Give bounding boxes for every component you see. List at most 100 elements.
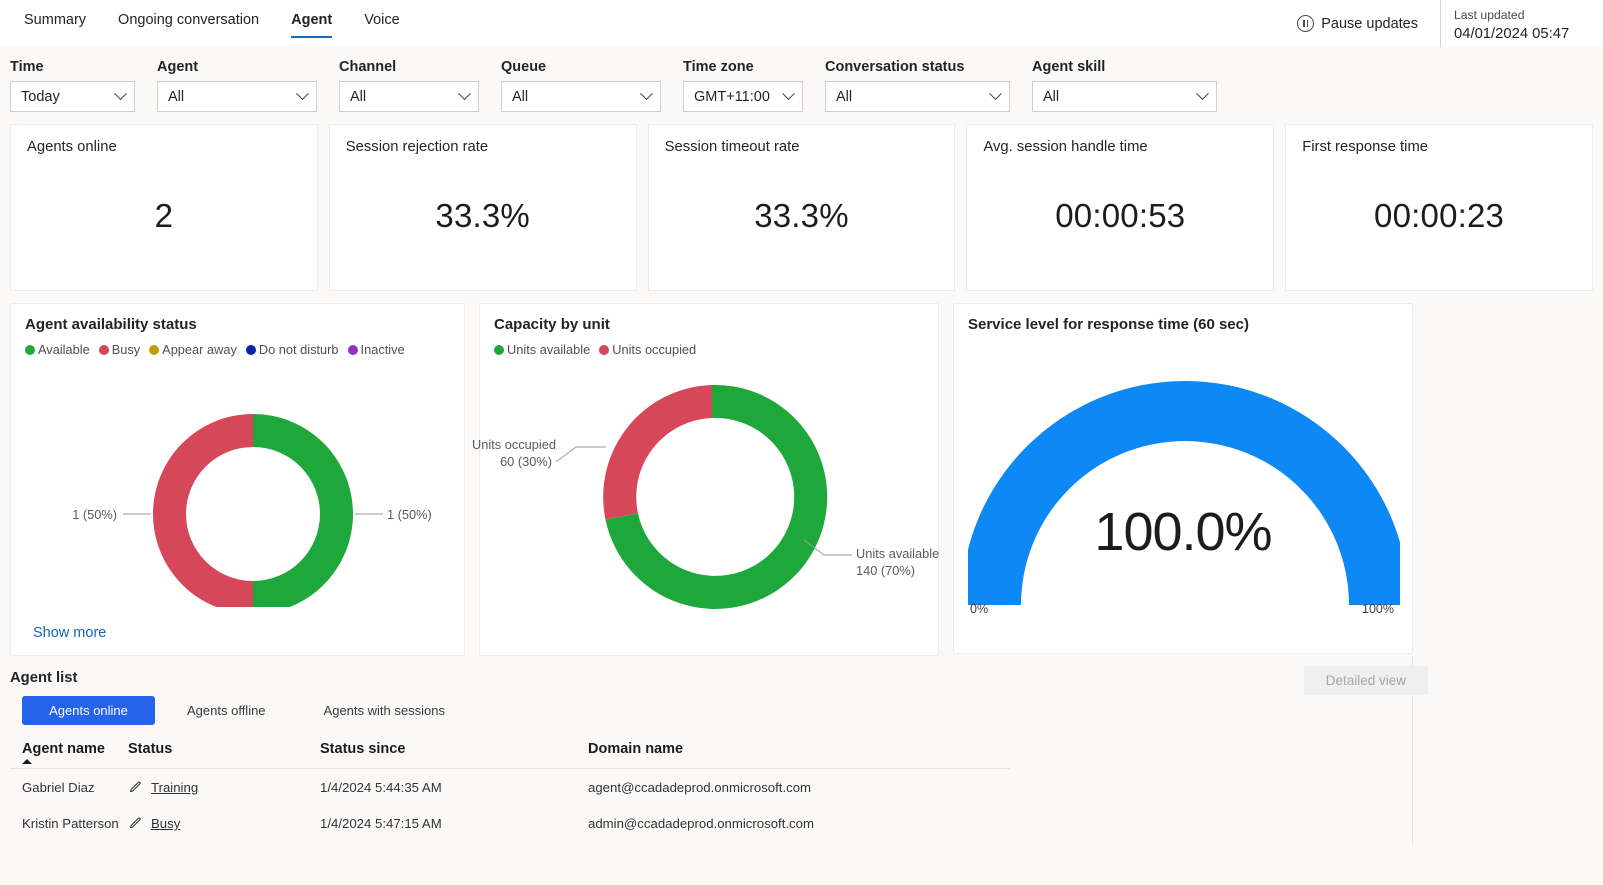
chevron-down-icon <box>1196 87 1209 101</box>
cell-status: Busy <box>128 805 320 841</box>
legend-item-inactive[interactable]: Inactive <box>347 342 405 357</box>
tab-summary[interactable]: Summary <box>8 0 102 42</box>
filter-time-value: Today <box>21 88 60 105</box>
donut-label-units-occupied-name: Units occupied <box>472 437 556 452</box>
legend-color-dot <box>347 344 358 355</box>
legend-color-dot <box>25 344 35 355</box>
donut-label-units-available-name: Units available <box>856 546 940 561</box>
availability-donut-chart: 1 (50%) 1 (50%) <box>25 357 450 614</box>
gauge-axis-min: 0% <box>970 602 989 616</box>
legend-color-dot <box>494 344 504 355</box>
chart-row: Agent availability status Available Busy… <box>0 291 1603 656</box>
filter-channel-dropdown[interactable]: All <box>339 81 479 112</box>
legend-item-busy[interactable]: Busy <box>98 342 140 357</box>
column-header-status[interactable]: Status <box>128 741 320 769</box>
kpi-agents-online: Agents online 2 <box>10 124 318 291</box>
detailed-view-button[interactable]: Detailed view <box>1303 666 1428 695</box>
donut-label-busy: 1 (50%) <box>72 507 117 522</box>
agent-table-body: Gabriel Diaz Training 1/4/2024 5:44:35 A… <box>10 769 1010 842</box>
status-link[interactable]: Busy <box>151 816 180 831</box>
filter-agent-skill-dropdown[interactable]: All <box>1032 81 1217 112</box>
legend-item-available[interactable]: Available <box>25 342 90 357</box>
legend-color-dot <box>245 344 256 355</box>
tab-ongoing-conversation[interactable]: Ongoing conversation <box>102 0 275 42</box>
legend-item-units-available[interactable]: Units available <box>494 342 590 357</box>
kpi-value: 00:00:53 <box>1055 196 1186 234</box>
capacity-donut-chart: Units occupied 60 (30%) Units available … <box>472 357 939 647</box>
edit-pencil-icon[interactable] <box>128 781 142 795</box>
status-cell-wrapper: Training <box>128 780 320 795</box>
filter-channel: Channel All <box>339 59 479 112</box>
legend-label: Inactive <box>360 342 405 357</box>
cell-agent-name: Gabriel Diaz <box>22 780 95 795</box>
filter-queue-label: Queue <box>501 59 547 75</box>
legend-label: Units occupied <box>612 342 697 357</box>
filter-conversation-status-label: Conversation status <box>825 59 965 75</box>
cell-status-since: 1/4/2024 5:44:35 AM <box>320 780 442 795</box>
pill-agents-online[interactable]: Agents online <box>22 696 155 725</box>
legend-color-dot <box>599 344 610 355</box>
filter-time: Time Today <box>10 59 135 112</box>
pill-agents-with-sessions[interactable]: Agents with sessions <box>298 696 471 725</box>
donut-label-available: 1 (50%) <box>387 507 432 522</box>
filter-conversation-status-dropdown[interactable]: All <box>825 81 1010 112</box>
donut-slice-available <box>253 414 353 614</box>
last-updated: Last updated 04/01/2024 05:47 <box>1440 0 1603 47</box>
availability-legend: Available Busy Appear away Do not distur… <box>25 342 450 357</box>
kpi-value: 33.3% <box>754 196 849 234</box>
legend-item-appear-away[interactable]: Appear away <box>149 342 237 357</box>
chevron-down-icon <box>296 87 309 101</box>
filter-timezone-value: GMT+11:00 <box>694 88 770 105</box>
tab-voice[interactable]: Voice <box>348 0 415 42</box>
filter-channel-label: Channel <box>339 59 397 75</box>
status-link[interactable]: Training <box>151 780 198 795</box>
gauge-value: 100.0% <box>1094 502 1272 562</box>
show-more-link[interactable]: Show more <box>33 625 106 641</box>
tab-agent[interactable]: Agent <box>275 0 348 42</box>
pause-updates-label: Pause updates <box>1321 15 1418 32</box>
agent-table-head: Agent name Status Status since Domain na… <box>10 741 1010 769</box>
column-header-agent-name-label: Agent name <box>22 741 105 757</box>
legend-color-dot <box>149 344 160 355</box>
legend-label: Appear away <box>162 342 237 357</box>
gauge-arc-filled <box>961 381 1409 605</box>
edit-pencil-icon[interactable] <box>128 817 142 831</box>
filter-agent-skill: Agent skill All <box>1032 59 1217 112</box>
table-row[interactable]: Kristin Patterson Busy 1/4/2024 5:47:15 … <box>10 805 1010 841</box>
pause-updates-button[interactable]: Pause updates <box>1287 15 1440 32</box>
legend-item-do-not-disturb[interactable]: Do not disturb <box>245 342 339 357</box>
cell-domain-name: admin@ccadadeprod.onmicrosoft.com <box>588 816 814 831</box>
table-row[interactable]: Gabriel Diaz Training 1/4/2024 5:44:35 A… <box>10 769 1010 806</box>
card-capacity-by-unit: Capacity by unit Units available Units o… <box>472 303 939 656</box>
kpi-value: 2 <box>154 196 174 234</box>
kpi-title: Session rejection rate <box>345 139 489 155</box>
table-header-row: Agent name Status Status since Domain na… <box>10 741 1010 769</box>
last-updated-value: 04/01/2024 05:47 <box>1454 25 1570 42</box>
column-header-status-since[interactable]: Status since <box>320 741 588 769</box>
kpi-title: Session timeout rate <box>664 139 800 155</box>
filter-agent-dropdown[interactable]: All <box>157 81 317 112</box>
card-agent-availability-status: Agent availability status Available Busy… <box>10 303 465 656</box>
cell-domain-name: agent@ccadadeprod.onmicrosoft.com <box>588 780 812 795</box>
availability-donut-svg <box>123 414 383 614</box>
filter-timezone-dropdown[interactable]: GMT+11:00 <box>683 81 803 112</box>
chevron-down-icon <box>114 87 127 101</box>
legend-color-dot <box>98 344 109 355</box>
pill-agents-offline[interactable]: Agents offline <box>161 696 292 725</box>
filter-queue-dropdown[interactable]: All <box>501 81 661 112</box>
column-header-agent-name[interactable]: Agent name <box>10 741 128 769</box>
chevron-down-icon <box>458 87 471 101</box>
agent-list-filter-pills: Agents online Agents offline Agents with… <box>10 696 1593 725</box>
donut-label-units-available: Units available 140 (70%) <box>856 545 939 579</box>
dashboard-tabs: Summary Ongoing conversation Agent Voice <box>0 0 416 42</box>
filter-time-dropdown[interactable]: Today <box>10 81 135 112</box>
filter-agent: Agent All <box>157 59 317 112</box>
legend-item-units-occupied[interactable]: Units occupied <box>599 342 696 357</box>
service-level-gauge: 100.0% 0% 100% <box>961 333 1409 633</box>
column-header-domain-name[interactable]: Domain name <box>588 741 1010 769</box>
legend-label: Do not disturb <box>258 342 339 357</box>
donut-slice-busy <box>153 414 253 614</box>
filter-bar: Time Today Agent All Channel All Queue A… <box>0 47 1603 124</box>
pause-circle-icon <box>1297 15 1315 32</box>
top-navigation-bar: Summary Ongoing conversation Agent Voice… <box>0 0 1603 47</box>
